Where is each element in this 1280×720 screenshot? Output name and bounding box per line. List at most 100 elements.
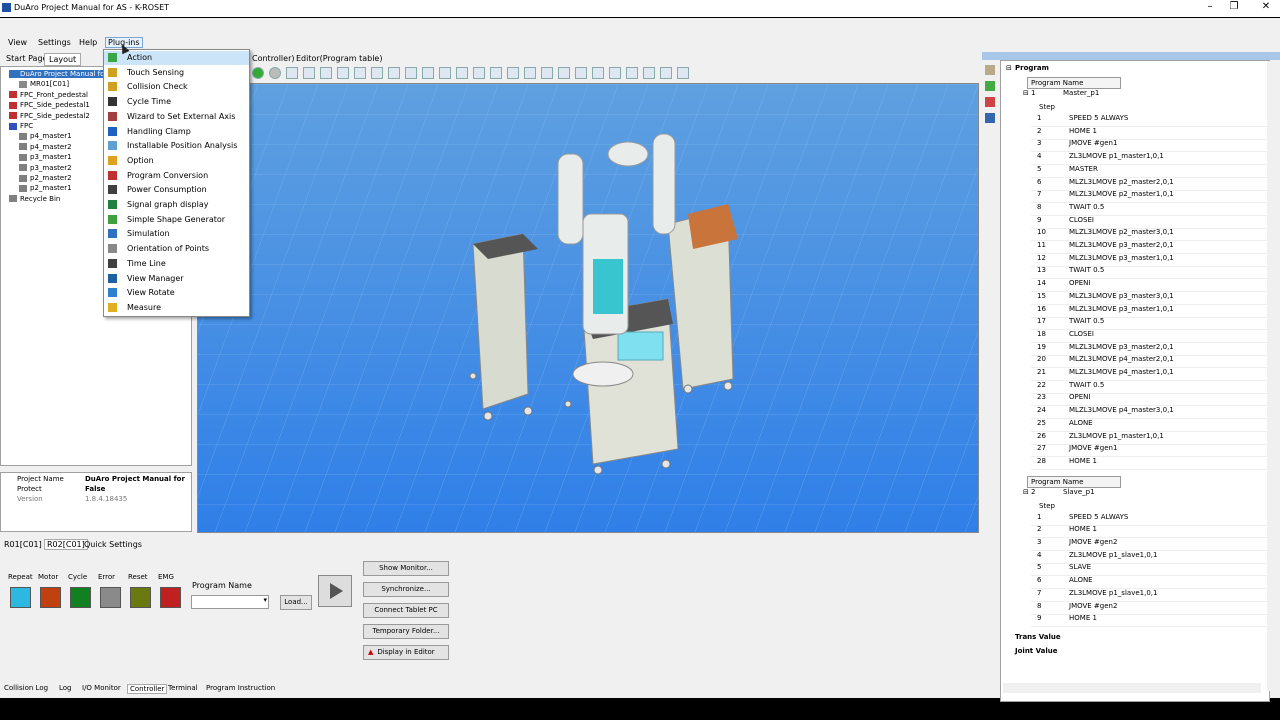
bottom-tab[interactable]: Program Instruction [206, 684, 275, 692]
program-step-row[interactable]: 1 SPEED 5 ALWAYS [1031, 513, 1267, 526]
toolbar-tool-icon[interactable] [677, 67, 689, 79]
plugin-menu-item[interactable]: Simulation [104, 227, 249, 241]
robot-icon[interactable] [985, 97, 995, 107]
plugin-menu-item[interactable]: Measure [104, 301, 249, 315]
plugin-menu-item[interactable]: Touch Sensing [104, 66, 249, 80]
program-name[interactable]: Master_p1 [1063, 89, 1099, 97]
toolbar-tool-icon[interactable] [609, 67, 621, 79]
program-step-row[interactable]: 2 HOME 1 [1031, 127, 1267, 140]
status-lamp-cycle[interactable] [70, 587, 91, 608]
toolbar-tool-icon[interactable] [541, 67, 553, 79]
toolbar-tool-icon[interactable] [371, 67, 383, 79]
tree-item[interactable]: p2_master1 [19, 184, 72, 192]
program-step-row[interactable]: 6 MLZL3LMOVE p2_master2,0,1 [1031, 178, 1267, 191]
status-lamp-motor[interactable] [40, 587, 61, 608]
plugin-menu-item[interactable]: Signal graph display [104, 198, 249, 212]
plugin-menu-item[interactable]: Collision Check [104, 80, 249, 94]
plugin-menu-item[interactable]: Power Consumption [104, 183, 249, 197]
controller-action-button[interactable]: Show Monitor... [363, 561, 449, 576]
menu-help[interactable]: Help [79, 38, 97, 47]
program-step-row[interactable]: 4 ZL3LMOVE p1_slave1,0,1 [1031, 551, 1267, 564]
bottom-tab[interactable]: Controller [127, 684, 168, 694]
status-lamp-reset[interactable] [130, 587, 151, 608]
bottom-tab[interactable]: Terminal [168, 684, 198, 692]
minimize-icon[interactable]: – [1200, 1, 1220, 12]
plugin-menu-item[interactable]: View Manager [104, 272, 249, 286]
program-step-row[interactable]: 5 MASTER [1031, 165, 1267, 178]
toolbar-tool-icon[interactable] [456, 67, 468, 79]
program-step-row[interactable]: 8 TWAIT 0.5 [1031, 203, 1267, 216]
program-step-row[interactable]: 9 HOME 1 [1031, 614, 1267, 628]
program-name[interactable]: Slave_p1 [1063, 488, 1095, 496]
tab-controller-view[interactable]: Controller) [248, 53, 298, 64]
ctrl-tab-r01[interactable]: R01[C01] [4, 540, 42, 549]
toolbar-tool-icon[interactable] [575, 67, 587, 79]
program-step-row[interactable]: 3 JMOVE #gen1 [1031, 139, 1267, 153]
program-step-row[interactable]: 27 JMOVE #gen1 [1031, 444, 1267, 458]
program-step-row[interactable]: 15 MLZL3LMOVE p3_master3,0,1 [1031, 292, 1267, 305]
program-step-row[interactable]: 25 ALONE [1031, 419, 1267, 432]
toolbar-tool-icon[interactable] [507, 67, 519, 79]
program-step-row[interactable]: 1 SPEED 5 ALWAYS [1031, 114, 1267, 127]
program-step-row[interactable]: 7 MLZL3LMOVE p2_master1,0,1 [1031, 190, 1267, 204]
settings-icon[interactable] [985, 113, 995, 123]
plugin-menu-item[interactable]: Program Conversion [104, 169, 249, 183]
tree-item[interactable]: p3_master2 [19, 164, 72, 172]
tree-item[interactable]: Recycle Bin [9, 195, 60, 203]
program-step-row[interactable]: 11 MLZL3LMOVE p3_master2,0,1 [1031, 241, 1267, 254]
bottom-tab[interactable]: Collision Log [4, 684, 48, 692]
controller-action-button[interactable]: Temporary Folder... [363, 624, 449, 639]
tree-item[interactable]: p4_master1 [19, 132, 72, 140]
program-step-row[interactable]: 22 TWAIT 0.5 [1031, 381, 1267, 394]
program-name-select[interactable]: ▾ [191, 595, 269, 609]
ctrl-tab-quick-settings[interactable]: Quick Settings [84, 540, 142, 549]
toolbar-tool-icon[interactable] [388, 67, 400, 79]
menu-view[interactable]: View [8, 38, 27, 47]
run-button[interactable] [318, 575, 352, 607]
status-lamp-emg[interactable] [160, 587, 181, 608]
program-step-row[interactable]: 14 OPENI [1031, 279, 1267, 293]
program-step-row[interactable]: 28 HOME 1 [1031, 457, 1267, 470]
plugin-menu-item[interactable]: Time Line [104, 257, 249, 271]
collapse-icon[interactable]: ⊟ [1006, 64, 1012, 72]
tree-item[interactable]: p2_master2 [19, 174, 72, 182]
program-step-row[interactable]: 20 MLZL3LMOVE p4_master2,0,1 [1031, 355, 1267, 369]
maximize-icon[interactable]: ❐ [1224, 1, 1244, 12]
tree-item[interactable]: FPC_Side_pedestal1 [9, 101, 90, 109]
expand-icon[interactable]: ⊟ [1023, 488, 1029, 496]
program-step-row[interactable]: 24 MLZL3LMOVE p4_master3,0,1 [1031, 406, 1267, 420]
toolbar-tool-icon[interactable] [405, 67, 417, 79]
plugin-menu-item[interactable]: Installable Position Analysis [104, 139, 249, 153]
program-step-row[interactable]: 9 CLOSEI [1031, 216, 1267, 229]
plugin-menu-item[interactable]: Handling Clamp [104, 125, 249, 139]
program-step-row[interactable]: 23 OPENI [1031, 393, 1267, 407]
tree-item[interactable]: p3_master1 [19, 153, 72, 161]
tab-program-table[interactable]: Editor(Program table) [292, 53, 386, 64]
toolbar-tool-icon[interactable] [286, 67, 298, 79]
program-step-row[interactable]: 4 ZL3LMOVE p1_master1,0,1 [1031, 152, 1267, 166]
close-icon[interactable]: ✕ [1256, 1, 1276, 12]
toolbar-tool-icon[interactable] [303, 67, 315, 79]
toolbar-tool-icon[interactable] [558, 67, 570, 79]
program-step-row[interactable]: 26 ZL3LMOVE p1_master1,0,1 [1031, 432, 1267, 445]
plugin-menu-item[interactable]: View Rotate [104, 286, 249, 300]
bottom-tab[interactable]: I/O Monitor [82, 684, 121, 692]
plugin-menu-item[interactable]: Cycle Time [104, 95, 249, 109]
toolbar-tool-icon[interactable] [422, 67, 434, 79]
program-panel-hscrollbar[interactable] [1003, 683, 1261, 693]
plugin-menu-item[interactable]: Action [104, 51, 249, 65]
3d-viewport[interactable] [197, 83, 979, 533]
toolbar-tool-icon[interactable] [626, 67, 638, 79]
program-step-row[interactable]: 21 MLZL3LMOVE p4_master1,0,1 [1031, 368, 1267, 381]
status-lamp-error[interactable] [100, 587, 121, 608]
trans-value-section[interactable]: Trans Value [1015, 633, 1061, 641]
program-panel-scrollbar[interactable] [1267, 61, 1277, 691]
tree-item[interactable]: FPC [9, 122, 33, 130]
expand-icon[interactable]: ⊟ [1023, 89, 1029, 97]
plugin-menu-item[interactable]: Wizard to Set External Axis [104, 110, 249, 124]
toolbar-tool-icon[interactable] [592, 67, 604, 79]
program-step-row[interactable]: 19 MLZL3LMOVE p3_master2,0,1 [1031, 343, 1267, 356]
plugin-menu-item[interactable]: Option [104, 154, 249, 168]
program-step-row[interactable]: 13 TWAIT 0.5 [1031, 266, 1267, 280]
controller-action-button[interactable]: ▲ Display in Editor [363, 645, 449, 660]
